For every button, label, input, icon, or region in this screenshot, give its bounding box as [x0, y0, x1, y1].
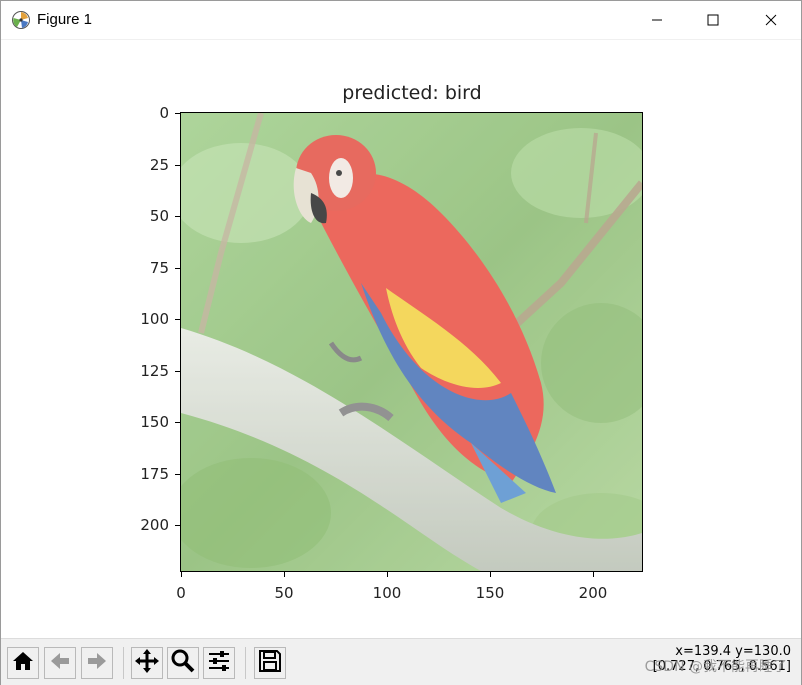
y-tick-mark: [175, 164, 180, 166]
matplotlib-logo-icon: [11, 10, 31, 30]
zoom-icon: [170, 648, 196, 678]
watermark: CSDN @我不能再睡了: [644, 659, 787, 675]
maximize-icon: [707, 11, 719, 30]
y-tick-mark: [175, 525, 180, 526]
y-tick-mark: [175, 113, 180, 114]
y-tick-label: 200: [140, 516, 169, 534]
plot-title: predicted: bird: [342, 82, 482, 104]
y-tick-mark: [175, 370, 180, 372]
toolbar-separator: [123, 647, 124, 679]
y-tick-label: 125: [140, 361, 169, 380]
y-tick-mark: [175, 216, 180, 217]
x-tick-mark: [387, 572, 388, 577]
y-tick-mark: [175, 319, 180, 320]
save-button[interactable]: [254, 647, 286, 679]
image-axes[interactable]: [180, 112, 643, 572]
x-tick-label: 0: [176, 584, 186, 602]
forward-icon: [85, 649, 109, 677]
close-button[interactable]: [742, 1, 800, 39]
y-tick-label: 25: [149, 155, 169, 174]
back-button[interactable]: [44, 647, 76, 679]
x-tick-label: 50: [274, 584, 294, 602]
zoom-button[interactable]: [167, 647, 199, 679]
pan-icon: [134, 648, 160, 678]
back-icon: [48, 649, 72, 677]
figure-canvas[interactable]: predicted: bird 0 25 50 75 100 125 150 1…: [1, 40, 801, 638]
x-tick-mark: [181, 572, 182, 577]
y-tick-label: 175: [140, 464, 169, 483]
y-tick-mark: [175, 422, 180, 423]
configure-subplots-button[interactable]: [203, 647, 235, 679]
x-tick-label: 100: [372, 584, 402, 602]
forward-button[interactable]: [81, 647, 113, 679]
parrot-image: [181, 113, 642, 571]
minimize-icon: [651, 11, 663, 30]
x-tick-label: 200: [578, 584, 608, 602]
y-tick-mark: [175, 267, 180, 269]
home-button[interactable]: [7, 647, 39, 679]
y-tick-mark: [175, 473, 180, 475]
title-bar: Figure 1: [1, 1, 801, 40]
y-tick-label: 0: [159, 104, 169, 122]
x-tick-mark: [284, 572, 285, 577]
y-tick-label: 75: [149, 258, 169, 277]
toolbar-separator: [245, 647, 246, 679]
x-tick-mark: [593, 572, 594, 577]
navigation-toolbar: x=139.4 y=130.0 [0.727, 0.765, 0.561] CS…: [1, 638, 801, 685]
y-tick-label: 50: [149, 207, 169, 225]
pan-button[interactable]: [131, 647, 163, 679]
close-icon: [765, 11, 777, 30]
figure-window: Figure 1 predicted: bird 0 25 50 75 100 …: [0, 0, 802, 685]
maximize-button[interactable]: [684, 1, 742, 39]
y-tick-label: 100: [140, 310, 169, 328]
save-icon: [258, 649, 282, 677]
minimize-button[interactable]: [628, 1, 686, 39]
y-tick-label: 150: [140, 413, 169, 431]
configure-subplots-icon: [206, 648, 232, 678]
window-title: Figure 1: [37, 11, 93, 28]
x-tick-label: 150: [475, 584, 505, 602]
x-tick-mark: [490, 572, 491, 577]
home-icon: [11, 649, 35, 677]
